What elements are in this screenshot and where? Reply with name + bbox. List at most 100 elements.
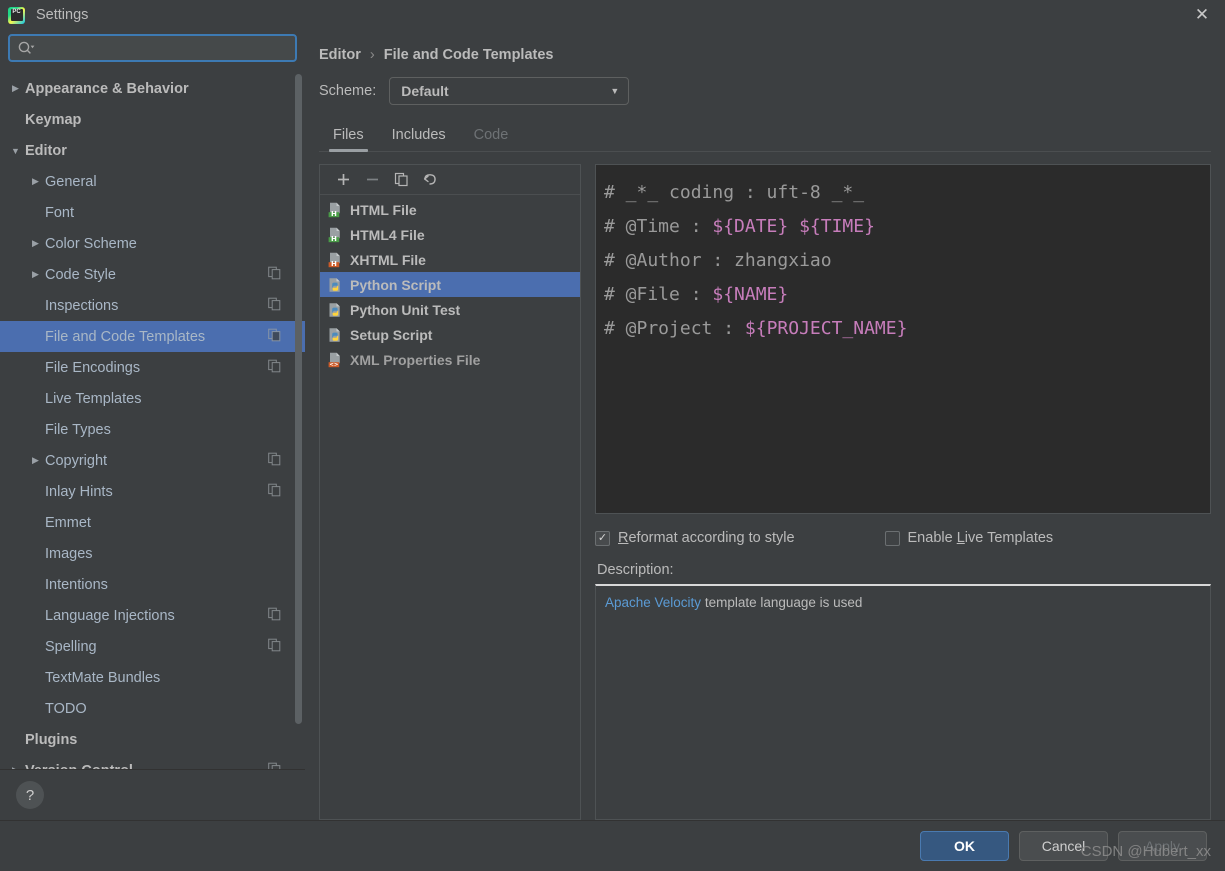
code-line: # @Project : ${PROJECT_NAME} bbox=[604, 312, 1210, 346]
sidebar-item-editor[interactable]: ▼Editor bbox=[0, 135, 305, 166]
cancel-button[interactable]: Cancel bbox=[1019, 831, 1108, 861]
sidebar-item-label: Appearance & Behavior bbox=[25, 81, 189, 97]
template-code-editor[interactable]: # _*_ coding : uft-8 _*_# @Time : ${DATE… bbox=[595, 164, 1211, 514]
breadcrumb-parent[interactable]: Editor bbox=[319, 47, 361, 63]
sidebar-item-label: TODO bbox=[45, 701, 87, 717]
sidebar-item-inspections[interactable]: ▶Inspections bbox=[0, 290, 305, 321]
scheme-select[interactable]: Default ▼ bbox=[389, 77, 629, 105]
project-scope-copy-icon bbox=[268, 266, 281, 283]
undo-icon[interactable] bbox=[419, 169, 441, 191]
sidebar-item-appearance-behavior[interactable]: ▶Appearance & Behavior bbox=[0, 73, 305, 104]
sidebar-item-label: File and Code Templates bbox=[45, 329, 205, 345]
sidebar-item-emmet[interactable]: ▶Emmet bbox=[0, 507, 305, 538]
sidebar-item-textmate-bundles[interactable]: ▶TextMate Bundles bbox=[0, 662, 305, 693]
chevron-right-icon[interactable]: ▶ bbox=[29, 269, 42, 280]
template-list-item[interactable]: Setup Script bbox=[320, 322, 580, 347]
sidebar-item-copyright[interactable]: ▶Copyright bbox=[0, 445, 305, 476]
template-list[interactable]: HHTML FileHHTML4 FileHXHTML File Python S… bbox=[320, 195, 580, 819]
project-scope-copy-icon bbox=[268, 452, 281, 469]
sidebar-item-inlay-hints[interactable]: ▶Inlay Hints bbox=[0, 476, 305, 507]
minus-icon[interactable] bbox=[361, 169, 383, 191]
window-title: Settings bbox=[36, 7, 88, 23]
project-scope-copy-icon bbox=[268, 359, 281, 376]
checkbox-unchecked-icon[interactable] bbox=[885, 531, 900, 546]
sidebar-item-language-injections[interactable]: ▶Language Injections bbox=[0, 600, 305, 631]
sidebar-item-spelling[interactable]: ▶Spelling bbox=[0, 631, 305, 662]
template-list-item[interactable]: Python Unit Test bbox=[320, 297, 580, 322]
apply-button[interactable]: Apply bbox=[1118, 831, 1207, 861]
sidebar-item-images[interactable]: ▶Images bbox=[0, 538, 305, 569]
template-variable: ${PROJECT_NAME} bbox=[745, 318, 908, 339]
apache-velocity-link[interactable]: Apache Velocity bbox=[605, 595, 701, 610]
title-bar: PC Settings ✕ bbox=[0, 0, 1225, 30]
python-file-icon bbox=[327, 302, 343, 318]
sidebar-item-label: Keymap bbox=[25, 112, 81, 128]
chevron-down-icon[interactable]: ▼ bbox=[9, 146, 22, 156]
python-file-icon bbox=[327, 327, 343, 343]
sidebar-item-version-control[interactable]: ▶Version Control bbox=[0, 755, 305, 769]
template-toolbar bbox=[320, 165, 580, 195]
sidebar-scrollbar-thumb[interactable] bbox=[295, 74, 302, 724]
sidebar-item-label: Emmet bbox=[45, 515, 91, 531]
checkbox-checked-icon[interactable]: ✓ bbox=[595, 531, 610, 546]
template-tabs: FilesIncludesCode bbox=[319, 119, 1211, 152]
sidebar-item-font[interactable]: ▶Font bbox=[0, 197, 305, 228]
svg-text:H: H bbox=[331, 210, 337, 218]
template-list-item-label: Setup Script bbox=[350, 327, 432, 343]
reformat-checkbox[interactable]: ✓ Reformat according to style bbox=[595, 530, 795, 546]
template-list-item[interactable]: HXHTML File bbox=[320, 247, 580, 272]
checkbox-label: Reformat according to style bbox=[618, 530, 795, 546]
sidebar-item-intentions[interactable]: ▶Intentions bbox=[0, 569, 305, 600]
sidebar-item-keymap[interactable]: ▶Keymap bbox=[0, 104, 305, 135]
templates-panels: HHTML FileHHTML4 FileHXHTML File Python S… bbox=[319, 152, 1225, 820]
sidebar-item-color-scheme[interactable]: ▶Color Scheme bbox=[0, 228, 305, 259]
sidebar-item-label: Live Templates bbox=[45, 391, 141, 407]
tab-files[interactable]: Files bbox=[319, 127, 378, 151]
chevron-down-icon: ▼ bbox=[610, 86, 619, 96]
sidebar-item-label: Code Style bbox=[45, 267, 116, 283]
template-list-item[interactable]: HHTML File bbox=[320, 197, 580, 222]
sidebar-item-general[interactable]: ▶General bbox=[0, 166, 305, 197]
chevron-right-icon[interactable]: ▶ bbox=[9, 765, 22, 769]
chevron-right-icon[interactable]: ▶ bbox=[29, 238, 42, 249]
project-scope-copy-icon bbox=[268, 607, 281, 624]
python-file-icon bbox=[327, 277, 343, 293]
sidebar-item-file-and-code-templates[interactable]: ▶File and Code Templates bbox=[0, 321, 305, 352]
sidebar-item-label: TextMate Bundles bbox=[45, 670, 160, 686]
scheme-row: Scheme: Default ▼ bbox=[319, 68, 1225, 113]
close-icon[interactable]: ✕ bbox=[1179, 0, 1225, 30]
code-line: # @Author : zhangxiao bbox=[604, 244, 1210, 278]
sidebar-item-code-style[interactable]: ▶Code Style bbox=[0, 259, 305, 290]
template-list-item[interactable]: Python Script bbox=[320, 272, 580, 297]
ok-button[interactable]: OK bbox=[920, 831, 1009, 861]
sidebar-item-plugins[interactable]: ▶Plugins bbox=[0, 724, 305, 755]
search-input[interactable] bbox=[40, 41, 287, 56]
sidebar-item-file-types[interactable]: ▶File Types bbox=[0, 414, 305, 445]
template-list-item-label: Python Unit Test bbox=[350, 302, 460, 318]
search-box[interactable] bbox=[8, 34, 297, 62]
help-button[interactable]: ? bbox=[16, 781, 44, 809]
template-list-item-label: Python Script bbox=[350, 277, 441, 293]
tab-includes[interactable]: Includes bbox=[378, 127, 460, 151]
sidebar-item-label: Plugins bbox=[25, 732, 77, 748]
svg-text:H: H bbox=[331, 235, 337, 243]
checkbox-mnemonic: R bbox=[618, 530, 628, 546]
checkbox-mnemonic: L bbox=[957, 530, 965, 546]
template-list-item[interactable]: <>XML Properties File bbox=[320, 347, 580, 372]
sidebar-item-live-templates[interactable]: ▶Live Templates bbox=[0, 383, 305, 414]
tab-code: Code bbox=[460, 127, 523, 151]
sidebar-item-label: Editor bbox=[25, 143, 67, 159]
settings-tree[interactable]: ▶Appearance & Behavior▶Keymap▼Editor▶Gen… bbox=[0, 70, 305, 769]
plus-icon[interactable] bbox=[332, 169, 354, 191]
description-panel[interactable]: Apache Velocity template language is use… bbox=[595, 584, 1211, 820]
chevron-right-icon[interactable]: ▶ bbox=[29, 455, 42, 466]
sidebar-item-label: Intentions bbox=[45, 577, 108, 593]
sidebar-item-todo[interactable]: ▶TODO bbox=[0, 693, 305, 724]
chevron-right-icon[interactable]: ▶ bbox=[29, 176, 42, 187]
live-templates-checkbox[interactable]: Enable Live Templates bbox=[885, 530, 1054, 546]
sidebar-item-file-encodings[interactable]: ▶File Encodings bbox=[0, 352, 305, 383]
chevron-right-icon[interactable]: ▶ bbox=[9, 83, 22, 94]
copy-icon[interactable] bbox=[390, 169, 412, 191]
description-text: Apache Velocity template language is use… bbox=[605, 595, 1201, 610]
template-list-item[interactable]: HHTML4 File bbox=[320, 222, 580, 247]
